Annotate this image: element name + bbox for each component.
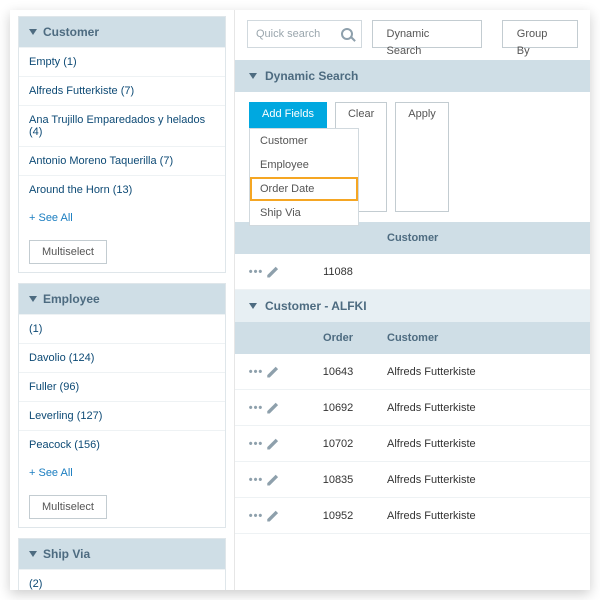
col-customer: Customer <box>383 222 590 254</box>
facet-item[interactable]: Around the Horn (13) <box>19 175 225 204</box>
cell-order: 11088 <box>293 256 383 288</box>
more-icon[interactable]: ••• <box>249 438 264 450</box>
cell-order: 10692 <box>293 392 383 424</box>
add-fields-dropdown: Customer Employee Order Date Ship Via <box>249 128 359 226</box>
triangle-down-icon <box>29 29 37 35</box>
dropdown-item-customer[interactable]: Customer <box>250 129 358 153</box>
col-order <box>293 222 383 254</box>
more-icon[interactable]: ••• <box>249 510 264 522</box>
facet-title: Customer <box>43 25 99 39</box>
group-title: Customer - ALFKI <box>265 299 367 313</box>
facet-item[interactable]: Alfreds Futterkiste (7) <box>19 76 225 105</box>
dynamic-search-controls: Add Fields Clear Apply Customer Employee… <box>235 92 590 222</box>
group-by-button[interactable]: Group By <box>502 20 578 48</box>
facet-header-shipvia[interactable]: Ship Via <box>19 539 225 569</box>
table-row[interactable]: ••• 10692 Alfreds Futterkiste <box>235 390 590 426</box>
cell-customer: Alfreds Futterkiste <box>383 356 590 388</box>
table-row[interactable]: ••• 11088 <box>235 254 590 290</box>
triangle-down-icon <box>249 303 257 309</box>
edit-icon[interactable] <box>267 366 279 378</box>
triangle-down-icon <box>29 296 37 302</box>
dropdown-item-ship-via[interactable]: Ship Via <box>250 201 358 225</box>
col-order: Order <box>293 322 383 354</box>
facet-item[interactable]: Fuller (96) <box>19 372 225 401</box>
facet-item[interactable]: Antonio Moreno Taquerilla (7) <box>19 146 225 175</box>
cell-customer: Alfreds Futterkiste <box>383 500 590 532</box>
edit-icon[interactable] <box>267 438 279 450</box>
facet-employee: Employee (1) Davolio (124) Fuller (96) L… <box>18 283 226 528</box>
col-customer: Customer <box>383 322 590 354</box>
dropdown-item-employee[interactable]: Employee <box>250 153 358 177</box>
multiselect-button[interactable]: Multiselect <box>29 495 107 519</box>
more-icon[interactable]: ••• <box>249 366 264 378</box>
apply-button[interactable]: Apply <box>395 102 449 212</box>
cell-order: 10643 <box>293 356 383 388</box>
quick-search-input[interactable]: Quick search <box>247 20 362 48</box>
facet-item[interactable]: Leverling (127) <box>19 401 225 430</box>
facet-item[interactable]: Davolio (124) <box>19 343 225 372</box>
facet-header-employee[interactable]: Employee <box>19 284 225 314</box>
sidebar: Customer Empty (1) Alfreds Futterkiste (… <box>10 10 235 590</box>
dropdown-item-order-date[interactable]: Order Date <box>250 177 358 201</box>
facet-title: Employee <box>43 292 100 306</box>
more-icon[interactable]: ••• <box>249 402 264 414</box>
cell-order: 10952 <box>293 500 383 532</box>
table-row[interactable]: ••• 10702 Alfreds Futterkiste <box>235 426 590 462</box>
table-row[interactable]: ••• 10835 Alfreds Futterkiste <box>235 462 590 498</box>
table-row[interactable]: ••• 10952 Alfreds Futterkiste <box>235 498 590 534</box>
app-root: Customer Empty (1) Alfreds Futterkiste (… <box>10 10 590 590</box>
column-header-row: Customer <box>235 222 590 254</box>
edit-icon[interactable] <box>267 510 279 522</box>
cell-customer: Alfreds Futterkiste <box>383 428 590 460</box>
cell-order: 10702 <box>293 428 383 460</box>
more-icon[interactable]: ••• <box>249 474 264 486</box>
cell-order: 10835 <box>293 464 383 496</box>
edit-icon[interactable] <box>267 402 279 414</box>
facet-shipvia: Ship Via (2) Speedy Express (248) <box>18 538 226 590</box>
triangle-down-icon <box>249 73 257 79</box>
main-panel: Quick search Dynamic Search Group By Dyn… <box>235 10 590 590</box>
multiselect-button[interactable]: Multiselect <box>29 240 107 264</box>
cell-customer: Alfreds Futterkiste <box>383 392 590 424</box>
see-all-link[interactable]: + See All <box>19 204 225 232</box>
facet-item[interactable]: (1) <box>19 314 225 343</box>
facet-item[interactable]: Empty (1) <box>19 47 225 76</box>
toolbar: Quick search Dynamic Search Group By <box>235 10 590 60</box>
facet-title: Ship Via <box>43 547 90 561</box>
triangle-down-icon <box>29 551 37 557</box>
facet-item[interactable]: Peacock (156) <box>19 430 225 459</box>
search-placeholder: Quick search <box>256 28 341 40</box>
edit-icon[interactable] <box>267 474 279 486</box>
see-all-link[interactable]: + See All <box>19 459 225 487</box>
edit-icon[interactable] <box>267 266 279 278</box>
more-icon[interactable]: ••• <box>249 266 264 278</box>
panel-title: Dynamic Search <box>265 69 358 83</box>
facet-header-customer[interactable]: Customer <box>19 17 225 47</box>
facet-item[interactable]: (2) <box>19 569 225 590</box>
facet-item[interactable]: Ana Trujillo Emparedados y helados (4) <box>19 105 225 146</box>
search-icon <box>341 28 353 40</box>
dynamic-search-panel-header[interactable]: Dynamic Search <box>235 60 590 92</box>
facet-customer: Customer Empty (1) Alfreds Futterkiste (… <box>18 16 226 273</box>
column-header-row: Order Customer <box>235 322 590 354</box>
dynamic-search-button[interactable]: Dynamic Search <box>372 20 482 48</box>
cell-customer: Alfreds Futterkiste <box>383 464 590 496</box>
table-row[interactable]: ••• 10643 Alfreds Futterkiste <box>235 354 590 390</box>
group-header[interactable]: Customer - ALFKI <box>235 290 590 322</box>
